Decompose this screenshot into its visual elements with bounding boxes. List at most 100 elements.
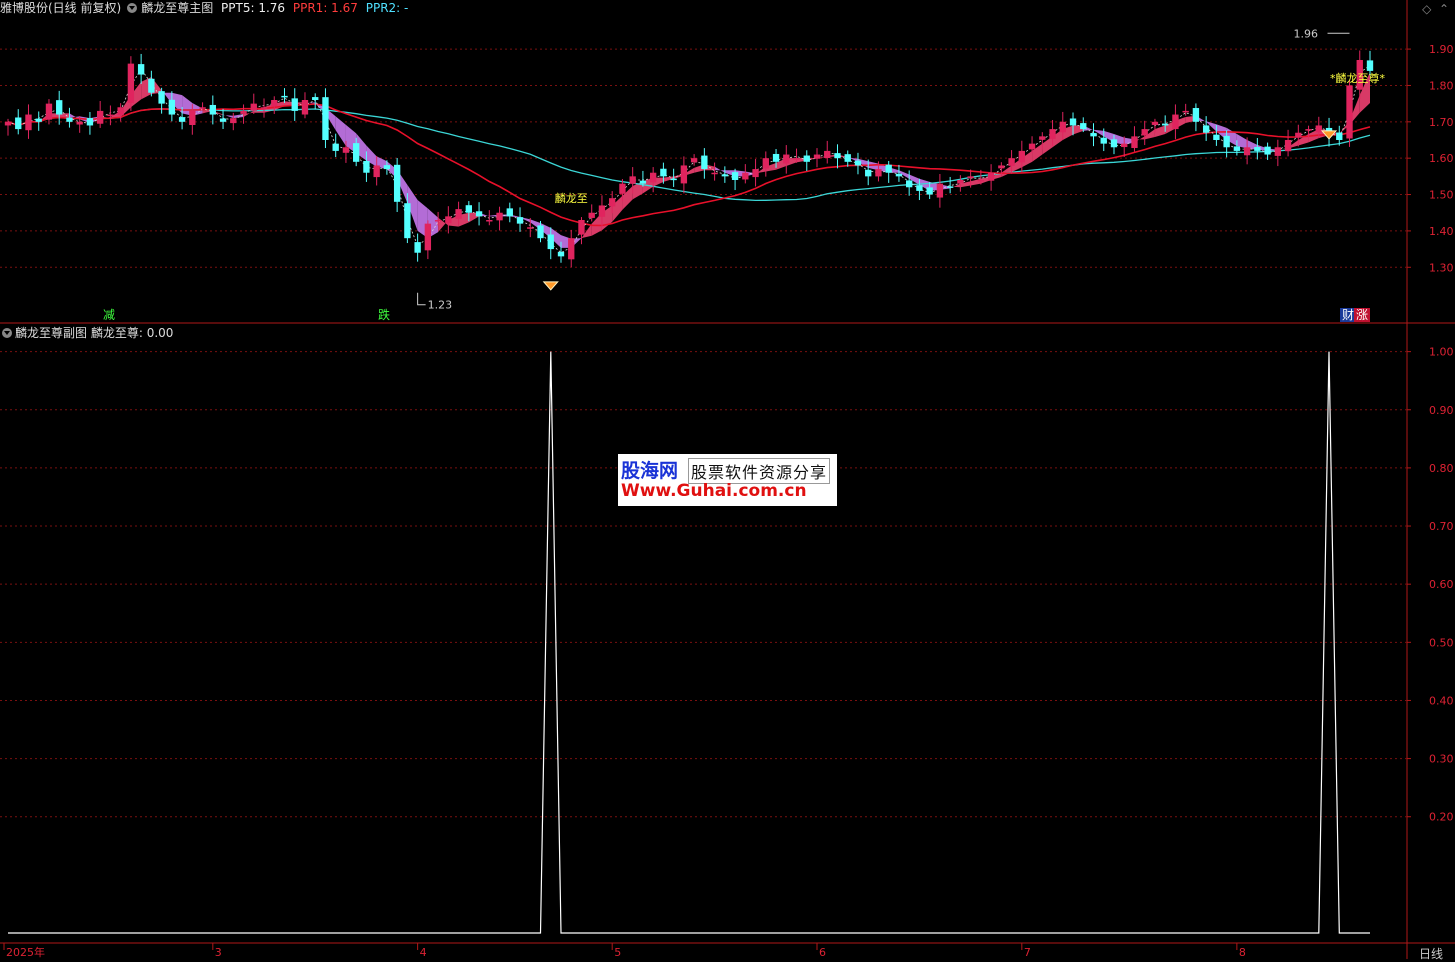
candle-body [711,172,718,175]
candle-body [1131,136,1138,148]
candle-body [199,107,206,109]
candle-body [926,187,933,195]
candle-body [895,173,903,177]
ppr2-value: PPR2: - [365,1,409,15]
candle-body [946,186,954,188]
y-tick-label: 0.40 [1429,694,1454,707]
candle-body [731,172,739,180]
candle-body [35,118,42,122]
chevron-down-icon[interactable] [2,328,12,338]
candle-body [1223,135,1230,148]
candle-body [271,100,278,107]
candle-body [967,176,974,179]
candle-body [1366,60,1374,71]
stock-title[interactable]: 雅博股份(日线 前复权) [0,1,121,15]
candle-body [998,165,1005,169]
y-tick-label: 1.90 [1429,43,1454,56]
top-right-controls: ◇ ⌃ [1422,2,1449,16]
main-chart-header: 雅博股份(日线 前复权) 麟龙至尊主图 PPT5: 1.76 PPR1: 1.67… [0,0,412,16]
candle-body [865,169,872,177]
y-tick-label: 1.80 [1429,79,1454,92]
candle-body [957,180,964,184]
x-tick-label: 2025年 [6,945,45,959]
candle-body [1162,123,1169,126]
candle-body [301,100,309,115]
candle-body [1315,125,1322,133]
candle-body [916,185,923,191]
candle-body [1202,125,1210,133]
candle-body [393,164,401,202]
candle-body [158,91,165,104]
candle-body [1141,129,1148,136]
chevron-up-icon[interactable]: ⌃ [1439,2,1449,16]
candle-body [875,169,882,177]
x-tick-label: 4 [420,946,427,959]
candle-body [240,110,247,114]
candle-body [629,176,636,184]
candle-body [1192,108,1200,122]
trend-band [1236,133,1248,149]
ma-short-line [7,65,1371,254]
candle-body [1243,147,1251,156]
low-label: 1.23 [428,299,453,312]
ppt5-value: PPT5: 1.76 [221,1,286,15]
candle-body [322,97,329,140]
candle-body [445,216,452,224]
candle-body [762,158,769,169]
signal-label-right: *麟龙至尊* [1330,71,1385,85]
y-tick-label: 1.60 [1429,152,1454,165]
candle-body [15,117,22,130]
candle-body [1151,121,1159,125]
candle-body [701,155,708,170]
candle-body [1213,134,1220,140]
candle-body [660,168,667,177]
chevron-down-icon[interactable] [127,3,138,13]
candle-body [107,114,114,117]
candle-body [209,104,216,115]
candle-body [568,238,575,260]
candle-body [117,107,124,116]
candle-body [1121,143,1128,148]
candle-body [383,165,391,170]
candle-body [373,165,380,178]
candle-body [230,118,237,124]
candle-body [742,172,749,180]
candle-body [189,110,196,125]
candle-body [609,198,616,207]
candle-body [772,153,780,162]
candle-body [547,234,554,250]
candle-body [619,183,626,194]
candle-body [721,174,729,177]
watermark-url: Www.Guhai.com.cn [621,481,807,501]
candle-body [1049,129,1056,139]
candle-body [455,209,462,219]
candle-body [404,203,411,239]
candle-body [670,178,677,181]
candle-body [486,220,493,222]
candle-body [834,153,841,159]
period-button[interactable]: 日线 [1419,945,1443,962]
candle-body [977,180,985,182]
candle-body [537,225,544,239]
diamond-outline-icon[interactable]: ◇ [1422,2,1431,16]
candle-body [353,143,360,162]
candle-body [1080,123,1087,130]
candle-body [281,95,288,98]
candle-body [506,208,513,217]
candle-body [127,63,135,103]
candle-body [854,160,862,166]
main-indicator-name[interactable]: 麟龙至尊主图 [141,1,213,15]
candle-body [342,147,350,153]
candle-body [1028,143,1036,150]
candle-body [649,172,657,183]
y-tick-label: 0.70 [1429,520,1454,533]
candle-body [168,99,176,115]
y-tick-label: 0.20 [1429,811,1454,824]
x-tick-label: 6 [819,946,826,959]
y-tick-label: 0.90 [1429,404,1454,417]
candle-body [936,183,944,198]
candle-body [598,205,606,217]
sub-indicator-name[interactable]: 麟龙至尊副图 [15,326,87,340]
candle-body [1305,129,1312,131]
signal-badge-die: 跌 [378,308,391,322]
